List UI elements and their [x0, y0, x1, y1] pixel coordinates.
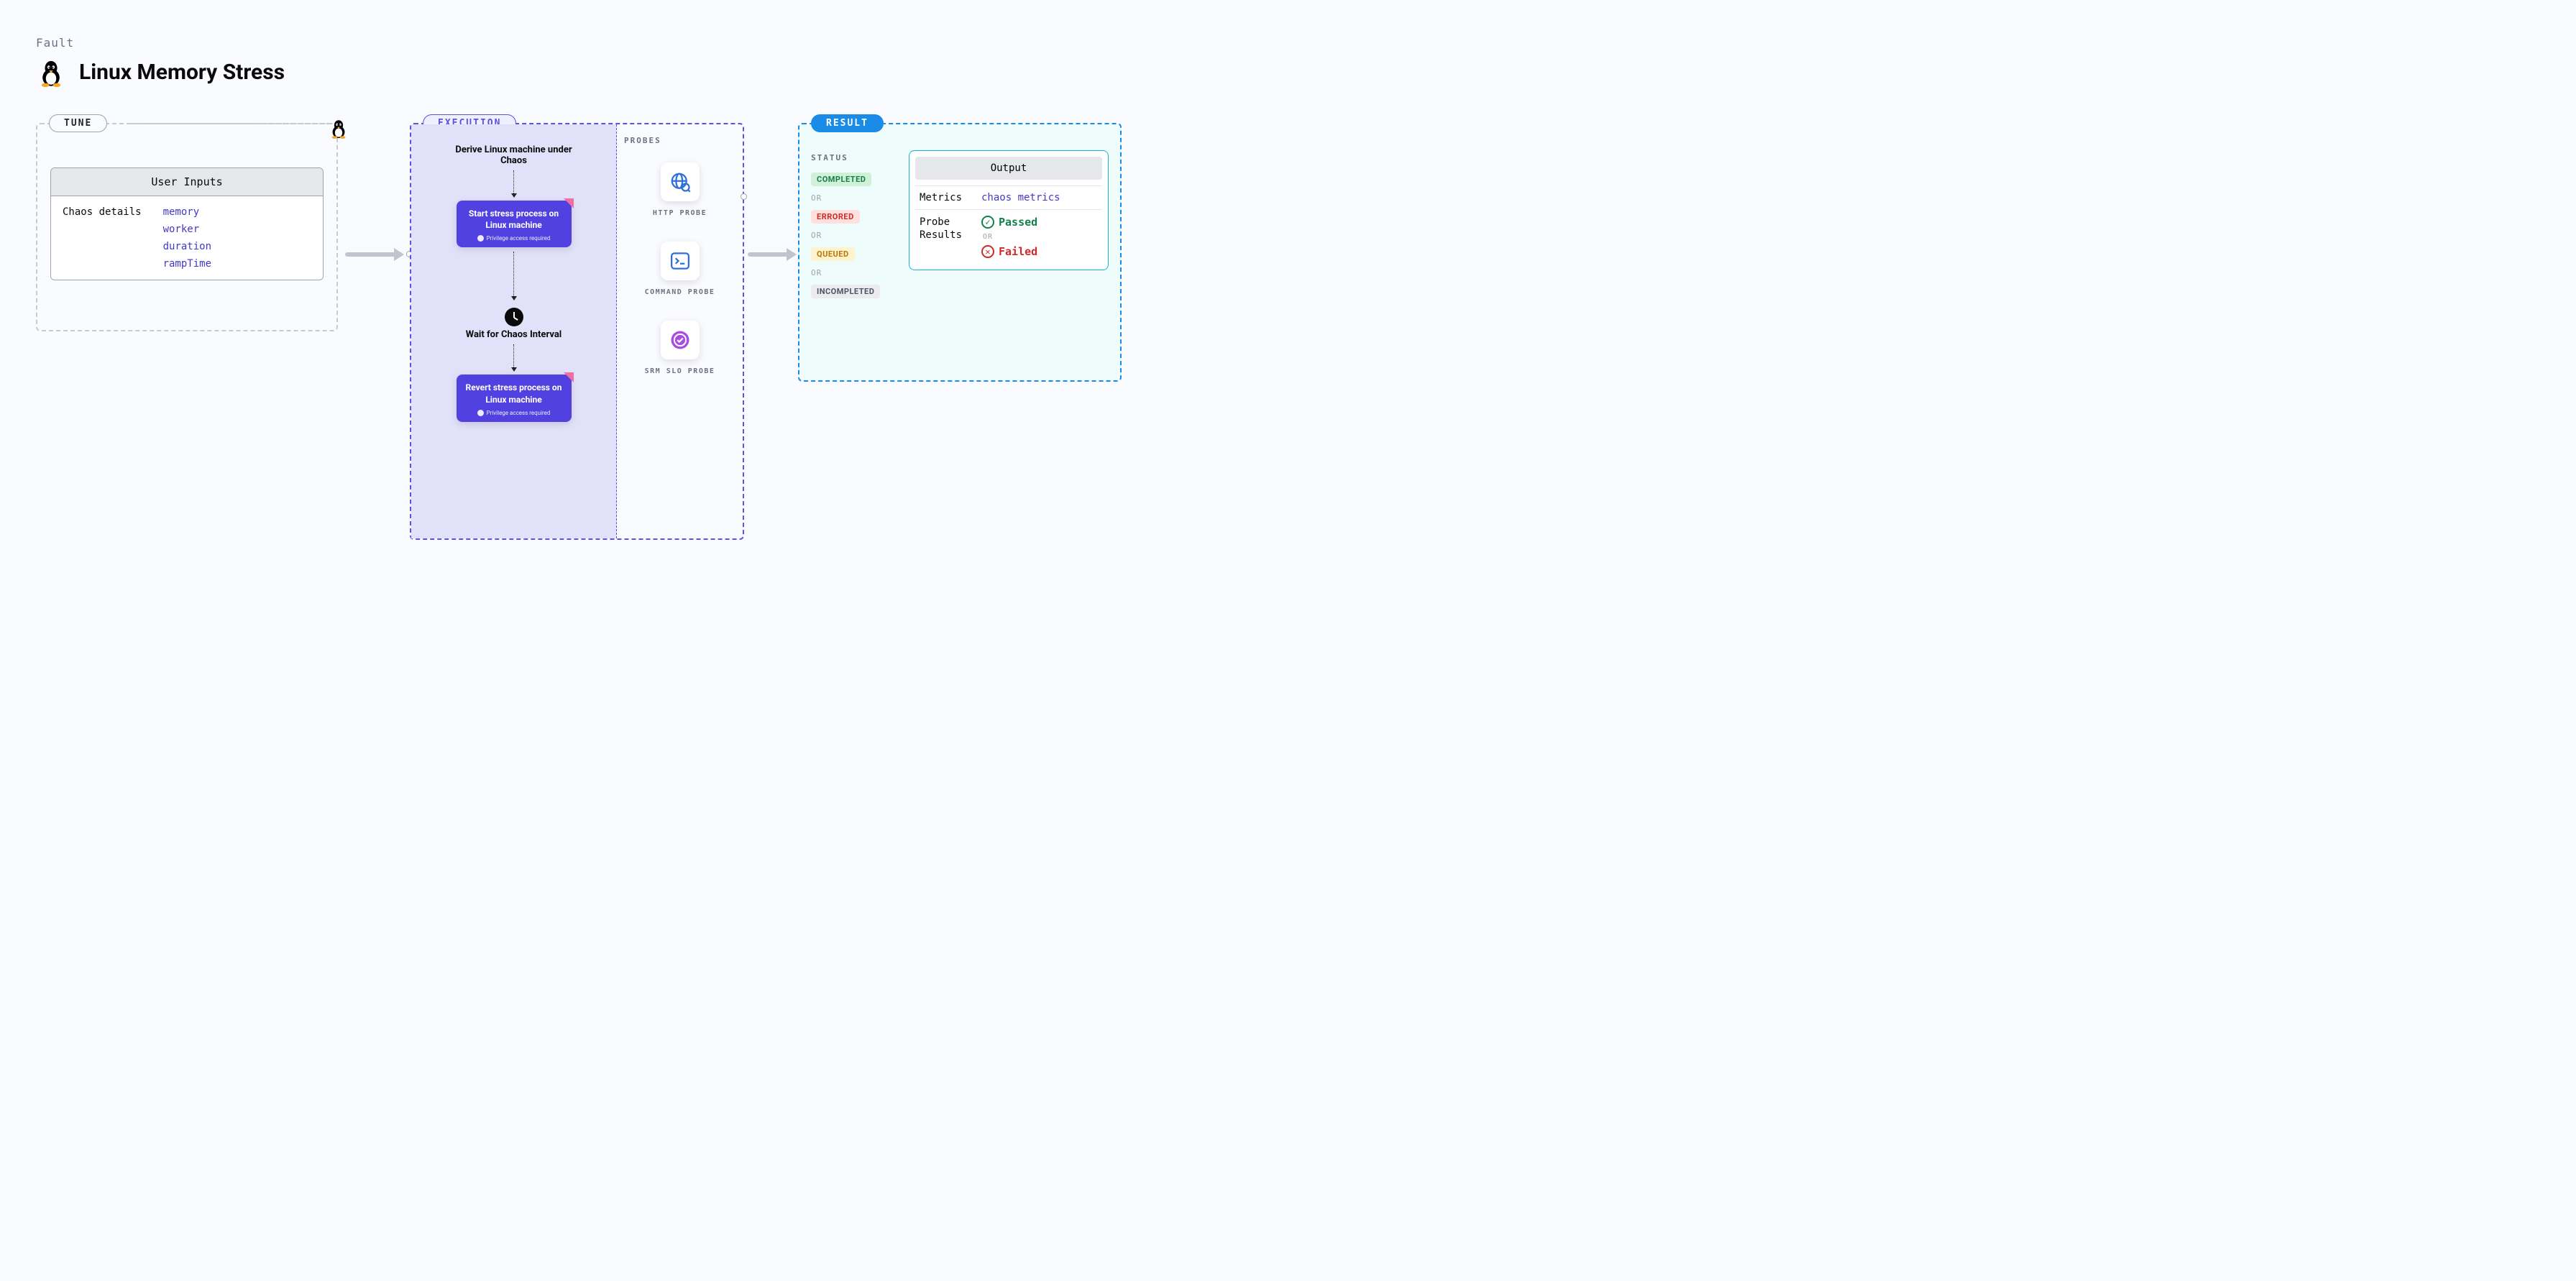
- header: Fault Linux Memory Stress: [36, 36, 1093, 87]
- diagram-canvas: TUNE User Inputs Chaos details memory wo…: [36, 109, 1093, 554]
- privilege-note: Privilege access required: [464, 235, 564, 242]
- corner-tag-icon: [564, 198, 574, 208]
- srm-slo-probe: SRM SLO PROBE: [624, 321, 735, 377]
- arrow-down-icon: [513, 252, 514, 299]
- arrow-down-icon: [513, 344, 514, 370]
- passed-text: Passed: [999, 216, 1037, 229]
- or-separator: OR: [983, 233, 1037, 241]
- terminal-icon: [669, 250, 691, 272]
- check-circle-icon: ✓: [981, 216, 994, 229]
- param-item: rampTime: [163, 258, 211, 270]
- output-heading: Output: [915, 157, 1102, 180]
- corner-tag-icon: [564, 372, 574, 382]
- status-heading: STATUS: [811, 153, 897, 162]
- flow-arrow-icon: [345, 252, 403, 260]
- status-column: STATUS COMPLETED OR ERRORED OR QUEUED OR…: [811, 136, 897, 369]
- revert-stress-card: Revert stress process on Linux machine P…: [457, 375, 572, 421]
- status-badge-queued: QUEUED: [811, 247, 855, 261]
- probe-label: COMMAND PROBE: [645, 288, 715, 298]
- linux-penguin-icon: [328, 117, 349, 139]
- step-title: Start stress process on Linux machine: [464, 208, 564, 231]
- probe-results-label: Probe Results: [920, 216, 968, 258]
- user-inputs-heading: User Inputs: [51, 168, 323, 196]
- command-probe: COMMAND PROBE: [624, 242, 735, 298]
- linux-penguin-icon: [36, 57, 66, 87]
- tune-pill: TUNE: [49, 114, 107, 132]
- probe-passed: ✓ Passed: [981, 216, 1037, 229]
- probe-failed: ✕ Failed: [981, 245, 1037, 258]
- connector-node-icon: [741, 193, 747, 200]
- flow-arrow-icon: [748, 252, 795, 260]
- privilege-note: Privilege access required: [464, 410, 564, 416]
- globe-search-icon: [669, 171, 691, 193]
- chaos-params-list: memory worker duration rampTime: [163, 206, 211, 270]
- or-separator: OR: [811, 193, 897, 203]
- user-inputs-card: User Inputs Chaos details memory worker …: [50, 167, 324, 280]
- probes-heading: PROBES: [624, 136, 735, 145]
- or-separator: OR: [811, 231, 897, 240]
- x-circle-icon: ✕: [981, 245, 994, 258]
- metrics-label: Metrics: [920, 192, 968, 203]
- param-item: memory: [163, 206, 211, 218]
- slo-check-icon: [669, 329, 691, 351]
- execution-flow: Derive Linux machine under Chaos Start s…: [411, 124, 617, 538]
- param-item: worker: [163, 224, 211, 235]
- output-card: Output Metrics chaos metrics Probe Resul…: [909, 150, 1109, 270]
- wait-step-text: Wait for Chaos Interval: [466, 329, 562, 340]
- chaos-details-label: Chaos details: [63, 206, 142, 270]
- status-badge-incompleted: INCOMPLETED: [811, 285, 880, 298]
- param-item: duration: [163, 241, 211, 252]
- status-badge-errored: ERRORED: [811, 210, 860, 224]
- start-stress-card: Start stress process on Linux machine Pr…: [457, 201, 572, 247]
- failed-text: Failed: [999, 245, 1037, 258]
- step-title: Revert stress process on Linux machine: [464, 382, 564, 405]
- probe-label: SRM SLO PROBE: [645, 367, 715, 377]
- result-pill: RESULT: [811, 114, 884, 132]
- page-title: Linux Memory Stress: [79, 60, 285, 85]
- arrow-down-icon: [513, 170, 514, 196]
- probe-label: HTTP PROBE: [653, 208, 707, 219]
- tune-panel: TUNE User Inputs Chaos details memory wo…: [36, 123, 338, 331]
- category-label: Fault: [36, 36, 1093, 50]
- metrics-value: chaos metrics: [981, 192, 1060, 203]
- execution-panel: EXECUTION Derive Linux machine under Cha…: [410, 123, 744, 540]
- http-probe: HTTP PROBE: [624, 162, 735, 219]
- or-separator: OR: [811, 268, 897, 277]
- result-panel: RESULT STATUS COMPLETED OR ERRORED OR QU…: [798, 123, 1122, 382]
- probes-column: PROBES HTTP PROBE COMMAND PROBE SRM SLO …: [617, 124, 743, 538]
- status-badge-completed: COMPLETED: [811, 173, 871, 186]
- derive-step-text: Derive Linux machine under Chaos: [449, 144, 579, 166]
- clock-icon: [505, 308, 523, 326]
